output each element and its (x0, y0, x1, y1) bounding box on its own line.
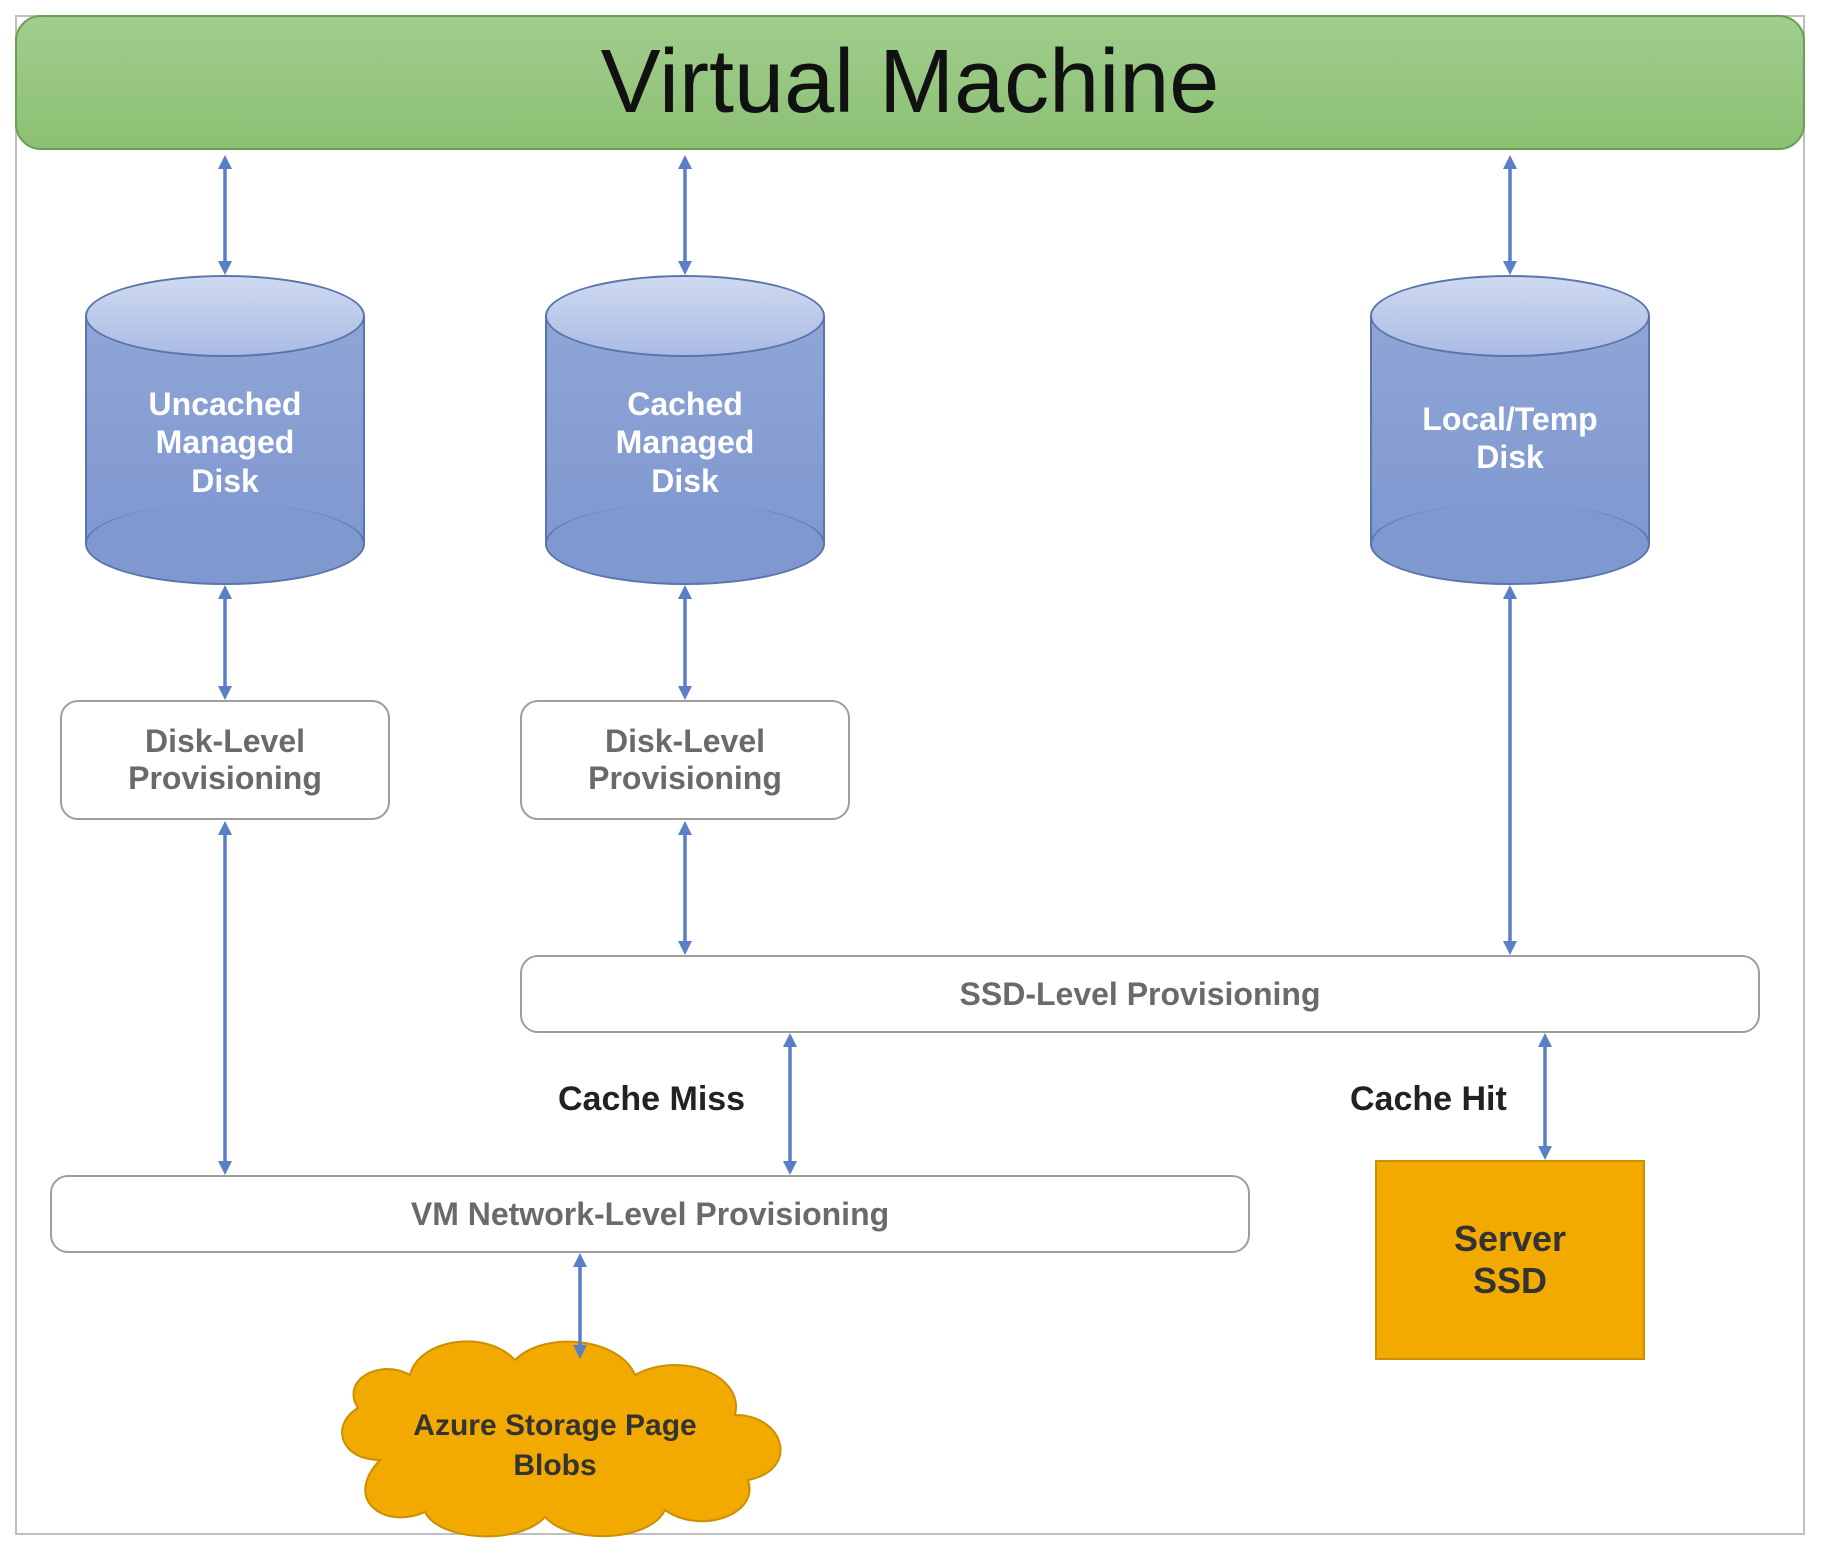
diagram-canvas: Virtual Machine Uncached Managed Disk Ca… (0, 0, 1822, 1548)
cylinder-top-icon (85, 275, 365, 357)
cylinder-top-icon (545, 275, 825, 357)
server-ssd-box: Server SSD (1375, 1160, 1645, 1360)
cache-hit-label: Cache Hit (1350, 1080, 1507, 1119)
cylinder-top-icon (1370, 275, 1650, 357)
box-disk-prov-1-label: Disk-Level Provisioning (128, 723, 322, 797)
cache-miss-label: Cache Miss (558, 1080, 745, 1119)
vm-header: Virtual Machine (15, 15, 1805, 150)
cylinder-local-label: Local/Temp Disk (1370, 400, 1650, 477)
cylinder-bottom-icon (545, 503, 825, 585)
box-ssd-prov-label: SSD-Level Provisioning (960, 976, 1321, 1013)
cloud-label-line1: Azure Storage Page (413, 1409, 696, 1442)
box-vm-net-prov: VM Network-Level Provisioning (50, 1175, 1250, 1253)
box-vm-net-prov-label: VM Network-Level Provisioning (411, 1196, 889, 1233)
box-ssd-prov: SSD-Level Provisioning (520, 955, 1760, 1033)
vm-header-label: Virtual Machine (601, 31, 1220, 134)
cylinder-local: Local/Temp Disk (1370, 275, 1650, 585)
cylinder-uncached-label: Uncached Managed Disk (85, 385, 365, 500)
cloud-azure-storage: Azure Storage Page Blobs (300, 1320, 820, 1550)
cylinder-uncached: Uncached Managed Disk (85, 275, 365, 585)
box-disk-prov-1: Disk-Level Provisioning (60, 700, 390, 820)
cylinder-bottom-icon (1370, 503, 1650, 585)
cylinder-cached: Cached Managed Disk (545, 275, 825, 585)
cloud-label-line2: Blobs (513, 1449, 596, 1482)
box-disk-prov-2-label: Disk-Level Provisioning (588, 723, 782, 797)
server-ssd-label: Server SSD (1454, 1218, 1566, 1302)
box-disk-prov-2: Disk-Level Provisioning (520, 700, 850, 820)
cylinder-cached-label: Cached Managed Disk (545, 385, 825, 500)
cylinder-bottom-icon (85, 503, 365, 585)
